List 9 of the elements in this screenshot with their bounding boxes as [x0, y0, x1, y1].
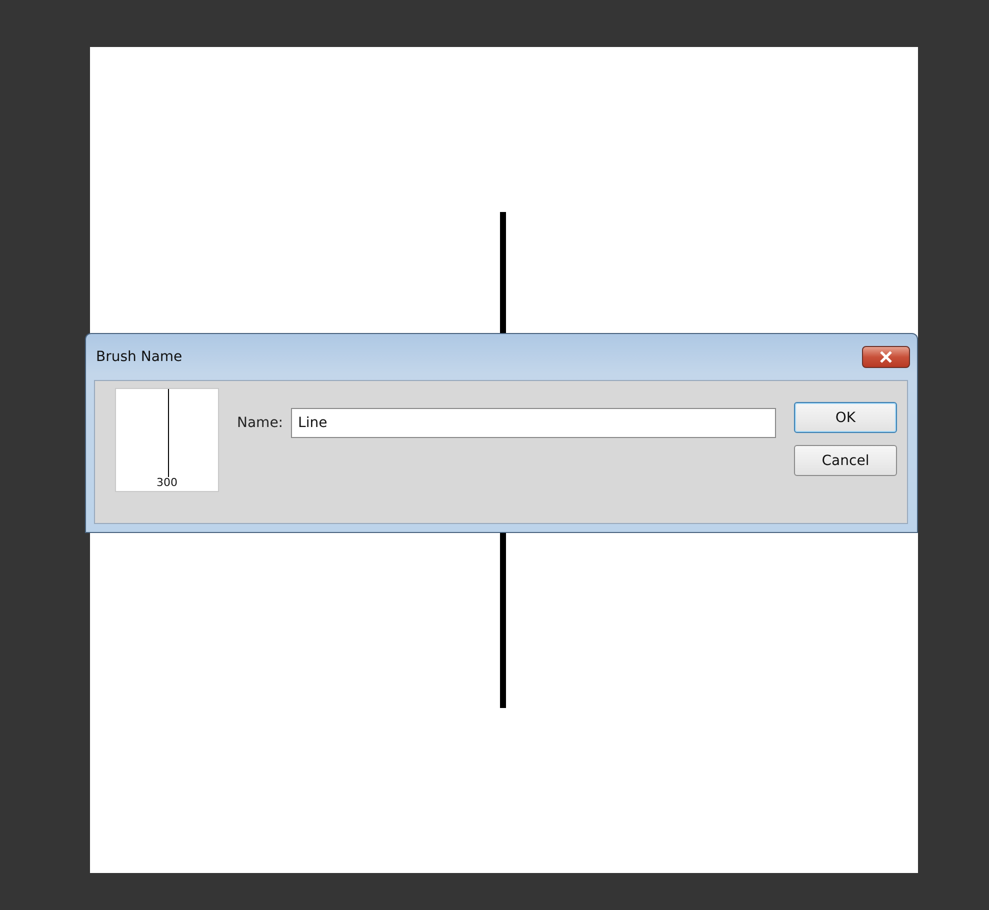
dialog-title: Brush Name	[95, 349, 182, 365]
brush-stroke-icon	[168, 389, 169, 477]
name-input-field[interactable]: Line	[291, 408, 776, 438]
brush-size: 300	[156, 476, 178, 489]
name-label: Name:	[237, 415, 284, 431]
ok-button[interactable]: OK	[794, 402, 897, 433]
cancel-button[interactable]: Cancel	[794, 445, 897, 476]
close-button[interactable]	[862, 346, 910, 368]
close-icon	[879, 351, 893, 363]
